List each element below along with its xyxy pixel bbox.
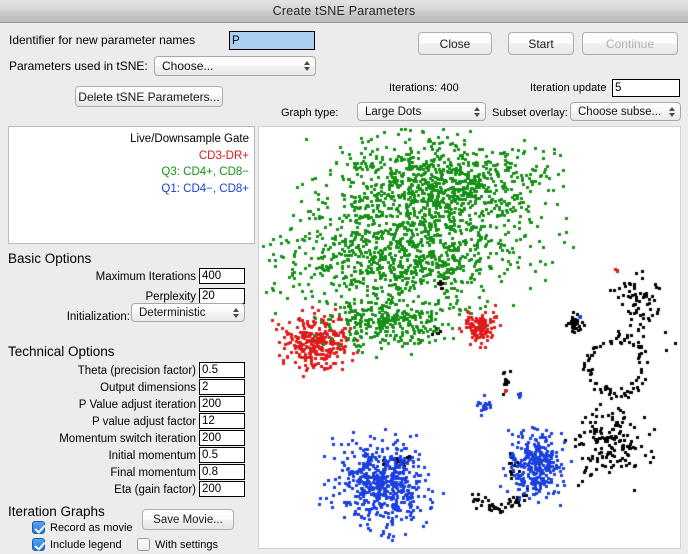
technical-options-title: Technical Options <box>8 344 115 359</box>
close-button[interactable]: Close <box>418 32 492 55</box>
with-settings-label: With settings <box>155 538 218 551</box>
initialization-dropdown[interactable]: Deterministic <box>131 303 245 322</box>
theta-label: Theta (precision factor) <box>77 365 196 377</box>
graph-type-dropdown[interactable]: Large Dots <box>357 102 486 121</box>
legend-entry-3: Q1: CD4−, CD8+ <box>161 182 249 195</box>
include-legend-checkbox-row[interactable]: Include legend <box>32 538 122 551</box>
legend-entry-1: CD3-DR+ <box>198 149 249 162</box>
save-movie-button[interactable]: Save Movie... <box>142 509 234 530</box>
graph-type-value: Large Dots <box>365 105 422 118</box>
final-momentum-label: Final momentum <box>110 467 196 479</box>
iteration-graphs-title: Iteration Graphs <box>8 504 105 519</box>
legend-entry-0: Live/Downsample Gate <box>130 133 249 145</box>
legend-entry-2: Q3: CD4+, CD8− <box>161 166 249 178</box>
tsne-scatter-canvas[interactable] <box>259 127 680 548</box>
start-button[interactable]: Start <box>508 32 574 55</box>
identifier-input[interactable]: P <box>229 31 315 50</box>
momentum-switch-iteration-label: Momentum switch iteration <box>59 433 196 445</box>
p-value-adjust-iteration-input[interactable]: 200 <box>199 396 245 412</box>
perplexity-label: Perplexity <box>145 291 197 303</box>
p-value-adjust-factor-label: P value adjust factor <box>92 416 196 428</box>
subset-overlay-value: Choose subse... <box>578 105 662 118</box>
p-value-adjust-iteration-label: P Value adjust iteration <box>78 399 196 411</box>
tsne-scatter-plot[interactable] <box>258 126 681 549</box>
checkbox-icon[interactable] <box>32 521 45 534</box>
chevron-updown-icon <box>304 61 310 71</box>
p-value-adjust-factor-input[interactable]: 12 <box>199 413 245 429</box>
delete-tsne-parameters-button[interactable]: Delete tSNE Parameters... <box>75 86 223 107</box>
include-legend-label: Include legend <box>50 538 122 551</box>
output-dimensions-input[interactable]: 2 <box>199 379 245 395</box>
perplexity-input[interactable]: 20 <box>199 288 245 304</box>
iteration-update-label: Iteration update <box>530 82 607 94</box>
iterations-label: Iterations: 400 <box>389 82 459 94</box>
chevron-updown-icon <box>233 307 239 318</box>
chevron-updown-icon <box>669 106 675 117</box>
momentum-switch-iteration-input[interactable]: 200 <box>199 430 245 446</box>
record-as-movie-label: Record as movie <box>50 521 133 534</box>
params-used-dropdown[interactable]: Choose... <box>154 56 316 76</box>
subset-overlay-label: Subset overlay: <box>492 107 568 119</box>
continue-button: Continue <box>582 32 678 55</box>
theta-input[interactable]: 0.5 <box>199 362 245 378</box>
final-momentum-input[interactable]: 0.8 <box>199 464 245 480</box>
params-used-value: Choose... <box>162 59 214 73</box>
eta-gain-factor-input[interactable]: 200 <box>199 481 245 497</box>
graph-type-label: Graph type: <box>281 107 339 119</box>
initialization-value: Deterministic <box>139 306 206 319</box>
chevron-updown-icon <box>474 106 480 117</box>
maximum-iterations-label: Maximum Iterations <box>95 271 196 283</box>
checkbox-icon[interactable] <box>32 538 45 551</box>
initial-momentum-input[interactable]: 0.5 <box>199 447 245 463</box>
window-titlebar: Create tSNE Parameters <box>0 0 688 23</box>
checkbox-icon[interactable] <box>137 538 150 551</box>
params-used-label: Parameters used in tSNE: <box>9 59 148 73</box>
window-title: Create tSNE Parameters <box>272 4 416 18</box>
initial-momentum-label: Initial momentum <box>108 450 196 462</box>
initialization-label: Initialization: <box>66 311 130 323</box>
maximum-iterations-input[interactable]: 400 <box>199 268 245 284</box>
output-dimensions-label: Output dimensions <box>100 382 196 394</box>
with-settings-checkbox-row[interactable]: With settings <box>137 538 218 551</box>
legend-box: Live/Downsample Gate CD3-DR+ Q3: CD4+, C… <box>8 126 255 244</box>
iteration-update-input[interactable]: 5 <box>612 79 680 97</box>
eta-gain-factor-label: Eta (gain factor) <box>114 484 196 496</box>
tsne-parameters-window: Create tSNE Parameters Identifier for ne… <box>0 0 688 554</box>
subset-overlay-dropdown[interactable]: Choose subse... <box>570 102 681 121</box>
basic-options-title: Basic Options <box>8 251 92 266</box>
identifier-label: Identifier for new parameter names <box>9 33 196 47</box>
record-as-movie-checkbox-row[interactable]: Record as movie <box>32 521 133 534</box>
